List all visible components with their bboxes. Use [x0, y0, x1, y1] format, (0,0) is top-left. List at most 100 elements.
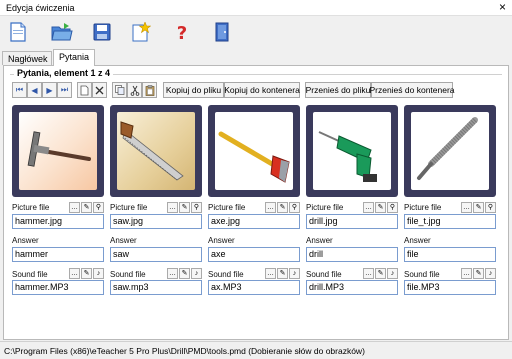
picture-file-label: Picture file: [306, 203, 344, 212]
copy-icon[interactable]: [112, 82, 127, 98]
delete-record-icon[interactable]: [92, 82, 107, 98]
tab-naglowek[interactable]: Nagłówek: [2, 51, 52, 65]
picture-file-label: Picture file: [208, 203, 246, 212]
axe-picture: [215, 112, 293, 190]
save-icon[interactable]: [90, 21, 114, 43]
picture-frame: [306, 105, 398, 197]
next-record-button[interactable]: ▶: [42, 82, 57, 98]
browse-button[interactable]: …: [69, 268, 80, 279]
browse-button[interactable]: …: [69, 202, 80, 213]
answer-label: Answer: [306, 236, 333, 245]
edit-pencil-icon[interactable]: ✎: [277, 268, 288, 279]
browse-button[interactable]: …: [265, 202, 276, 213]
answer-label: Answer: [110, 236, 137, 245]
answer-input[interactable]: saw: [110, 247, 202, 262]
answer-label: Answer: [12, 236, 39, 245]
paste-icon[interactable]: [142, 82, 157, 98]
title-bar: Edycja ćwiczenia ×: [0, 0, 512, 16]
picture-frame: [404, 105, 496, 197]
preview-magnifier-icon[interactable]: ⚲: [485, 202, 496, 213]
new-star-icon[interactable]: [129, 21, 153, 43]
cut-icon[interactable]: [127, 82, 142, 98]
edit-pencil-icon[interactable]: ✎: [81, 268, 92, 279]
file-tool-picture: [411, 112, 489, 190]
copy-to-file-button[interactable]: Kopiuj do pliku: [163, 82, 224, 98]
picture-frame: [208, 105, 300, 197]
close-button[interactable]: ×: [499, 1, 506, 14]
browse-button[interactable]: …: [265, 268, 276, 279]
hammer-picture: [19, 112, 97, 190]
sound-file-input[interactable]: file.MP3: [404, 280, 496, 295]
browse-button[interactable]: …: [363, 268, 374, 279]
speaker-icon[interactable]: ♪: [289, 268, 300, 279]
sound-file-label: Sound file: [404, 270, 440, 279]
status-bar: C:\Program Files (x86)\eTeacher 5 Pro Pl…: [0, 341, 512, 359]
answer-label: Answer: [404, 236, 431, 245]
browse-button[interactable]: …: [461, 268, 472, 279]
picture-file-label: Picture file: [12, 203, 50, 212]
preview-magnifier-icon[interactable]: ⚲: [289, 202, 300, 213]
browse-button[interactable]: …: [363, 202, 374, 213]
picture-frame: [12, 105, 104, 197]
edit-pencil-icon[interactable]: ✎: [473, 202, 484, 213]
answer-input[interactable]: hammer: [12, 247, 104, 262]
preview-magnifier-icon[interactable]: ⚲: [191, 202, 202, 213]
edit-pencil-icon[interactable]: ✎: [473, 268, 484, 279]
drill-picture: [313, 112, 391, 190]
speaker-icon[interactable]: ♪: [387, 268, 398, 279]
browse-button[interactable]: …: [461, 202, 472, 213]
sound-file-input[interactable]: ax.MP3: [208, 280, 300, 295]
picture-file-input[interactable]: saw.jpg: [110, 214, 202, 229]
answer-label: Answer: [208, 236, 235, 245]
prev-record-button[interactable]: ◀: [27, 82, 42, 98]
questions-panel: Pytania, element 1 z 4 ⏮ ◀ ▶ ⏭ Kopiuj do…: [3, 65, 509, 340]
sound-file-input[interactable]: hammer.MP3: [12, 280, 104, 295]
last-record-button[interactable]: ⏭: [57, 82, 72, 98]
sound-file-label: Sound file: [208, 270, 244, 279]
sound-file-input[interactable]: drill.MP3: [306, 280, 398, 295]
move-to-container-button[interactable]: Przenieś do kontenera: [369, 82, 455, 98]
exit-icon[interactable]: [210, 21, 234, 43]
edit-pencil-icon[interactable]: ✎: [375, 202, 386, 213]
edit-pencil-icon[interactable]: ✎: [277, 202, 288, 213]
open-folder-icon[interactable]: [50, 21, 74, 43]
preview-magnifier-icon[interactable]: ⚲: [387, 202, 398, 213]
speaker-icon[interactable]: ♪: [485, 268, 496, 279]
edit-pencil-icon[interactable]: ✎: [179, 202, 190, 213]
edit-pencil-icon[interactable]: ✎: [375, 268, 386, 279]
sound-file-label: Sound file: [306, 270, 342, 279]
sound-file-label: Sound file: [12, 270, 48, 279]
tab-strip: Nagłówek Pytania: [0, 49, 512, 66]
picture-file-label: Picture file: [110, 203, 148, 212]
sound-file-label: Sound file: [110, 270, 146, 279]
speaker-icon[interactable]: ♪: [191, 268, 202, 279]
browse-button[interactable]: …: [167, 268, 178, 279]
edit-pencil-icon[interactable]: ✎: [179, 268, 190, 279]
new-record-icon[interactable]: [77, 82, 92, 98]
help-icon[interactable]: ?: [170, 21, 194, 43]
picture-file-label: Picture file: [404, 203, 442, 212]
status-path: C:\Program Files (x86)\eTeacher 5 Pro Pl…: [4, 346, 365, 356]
saw-picture: [117, 112, 195, 190]
answer-input[interactable]: file: [404, 247, 496, 262]
answer-input[interactable]: axe: [208, 247, 300, 262]
answer-input[interactable]: drill: [306, 247, 398, 262]
picture-file-input[interactable]: drill.jpg: [306, 214, 398, 229]
picture-frame: [110, 105, 202, 197]
picture-file-input[interactable]: file_t.jpg: [404, 214, 496, 229]
group-label: Pytania, element 1 z 4: [14, 68, 114, 78]
copy-to-container-button[interactable]: Kopiuj do kontenera: [224, 82, 300, 98]
new-document-icon[interactable]: [6, 21, 30, 43]
picture-file-input[interactable]: hammer.jpg: [12, 214, 104, 229]
preview-magnifier-icon[interactable]: ⚲: [93, 202, 104, 213]
edit-pencil-icon[interactable]: ✎: [81, 202, 92, 213]
browse-button[interactable]: …: [167, 202, 178, 213]
toolbar: ?: [0, 17, 512, 47]
picture-file-input[interactable]: axe.jpg: [208, 214, 300, 229]
first-record-button[interactable]: ⏮: [12, 82, 27, 98]
sound-file-input[interactable]: saw.mp3: [110, 280, 202, 295]
move-to-file-button[interactable]: Przenieś do pliku: [305, 82, 371, 98]
window-title: Edycja ćwiczenia: [6, 3, 75, 13]
tab-pytania[interactable]: Pytania: [53, 49, 95, 66]
speaker-icon[interactable]: ♪: [93, 268, 104, 279]
